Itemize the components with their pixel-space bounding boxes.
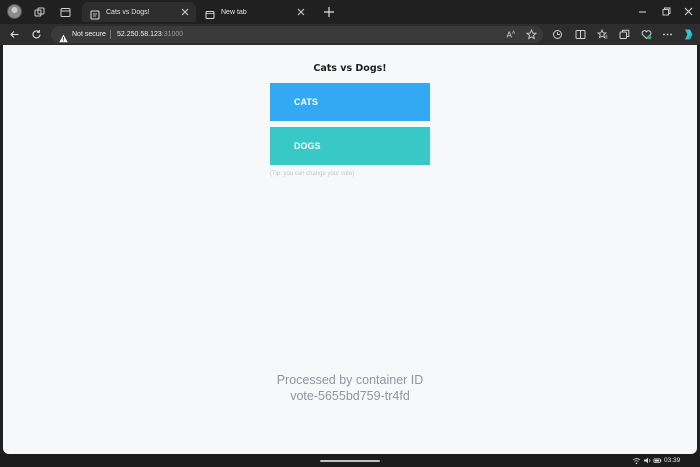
restore-icon[interactable] xyxy=(657,3,675,19)
tab-strip: Cats vs Dogs! New tab xyxy=(0,0,700,24)
page-viewport: Cats vs Dogs! CATS DOGS (Tip: you can ch… xyxy=(3,45,697,454)
tab-title: Cats vs Dogs! xyxy=(106,8,150,16)
url-port: :31000 xyxy=(161,31,184,38)
tab-cats-vs-dogs[interactable]: Cats vs Dogs! xyxy=(82,2,196,22)
minimize-icon[interactable] xyxy=(633,3,651,19)
split-screen-icon[interactable] xyxy=(574,28,587,41)
tab-actions-icon[interactable] xyxy=(57,4,73,20)
refresh-icon[interactable] xyxy=(29,27,44,42)
tab-new-tab[interactable]: New tab xyxy=(197,2,312,22)
taskbar-handle[interactable] xyxy=(320,460,380,462)
browser-toolbar: Not secure 52.250.58.123:31000 AA xyxy=(0,24,700,45)
volume-icon[interactable] xyxy=(643,456,652,465)
address-bar[interactable]: Not secure 52.250.58.123:31000 AA xyxy=(51,26,543,43)
favorite-star-icon[interactable] xyxy=(526,29,537,40)
vote-dogs-button[interactable]: DOGS xyxy=(270,127,430,165)
address-separator xyxy=(110,30,111,39)
workspaces-icon[interactable] xyxy=(31,4,47,20)
copilot-icon[interactable] xyxy=(682,28,695,41)
close-tab-icon[interactable] xyxy=(178,5,192,19)
more-icon[interactable] xyxy=(661,28,674,41)
warning-icon[interactable] xyxy=(59,30,68,43)
vote-cats-button[interactable]: CATS xyxy=(270,83,430,121)
page-favicon-icon xyxy=(90,7,100,20)
container-info-label: Processed by container ID xyxy=(276,373,424,387)
container-info: Processed by container ID vote-5655bd759… xyxy=(3,372,697,404)
back-icon[interactable] xyxy=(7,27,22,42)
url-text[interactable]: 52.250.58.123:31000 xyxy=(117,29,183,40)
collections-icon[interactable] xyxy=(618,28,631,41)
new-tab-favicon-icon xyxy=(205,7,215,19)
svg-text:A: A xyxy=(512,30,516,36)
browser-essentials-icon[interactable] xyxy=(551,28,564,41)
profile-avatar[interactable] xyxy=(7,4,22,19)
favorites-icon[interactable] xyxy=(596,28,609,41)
security-status[interactable]: Not secure xyxy=(72,29,106,40)
taskbar-clock[interactable]: 03:39 xyxy=(664,456,680,465)
url-host: 52.250.58.123 xyxy=(117,31,162,38)
close-tab-icon[interactable] xyxy=(294,5,308,19)
heart-icon[interactable] xyxy=(640,28,653,41)
page-title: Cats vs Dogs! xyxy=(313,63,387,74)
container-id: vote-5655bd759-tr4fd xyxy=(290,389,410,403)
tab-title: New tab xyxy=(221,8,247,16)
read-aloud-icon[interactable]: AA xyxy=(506,29,517,40)
close-window-icon[interactable] xyxy=(679,3,697,19)
wifi-icon[interactable] xyxy=(632,456,641,465)
taskbar: 03:39 xyxy=(0,454,700,467)
vote-tip: (Tip: you can change your vote) xyxy=(270,171,355,177)
new-tab-plus-icon[interactable] xyxy=(321,4,337,20)
battery-icon[interactable] xyxy=(653,456,662,465)
